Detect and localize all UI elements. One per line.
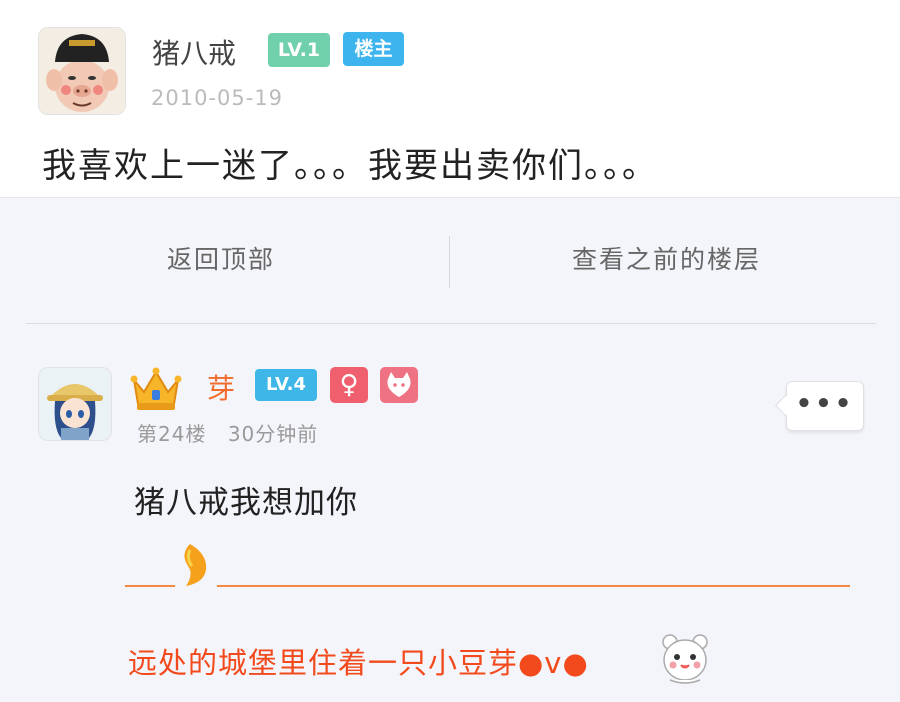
op-content: 我喜欢上一迷了。。。我要出卖你们。。。	[42, 146, 658, 186]
floor-nav: 返回顶部 查看之前的楼层	[0, 198, 900, 324]
signature-text: 远处的城堡里住着一只小豆芽●v●	[128, 646, 589, 680]
signature-divider-left	[125, 585, 175, 587]
reply-username[interactable]: 芽	[207, 367, 235, 407]
more-options-button[interactable]: •••	[786, 381, 864, 431]
reply-post: 芽 LV.4 ♀ 第24楼 30分钟前 ••• 猪八戒我想加你 远处的城堡里住着…	[0, 324, 900, 702]
op-post: 猪八戒 LV.1 楼主 2010-05-19 我喜欢上一迷了。。。我要出卖你们。…	[0, 0, 900, 198]
female-icon: ♀	[330, 367, 368, 403]
crown-icon	[130, 367, 182, 410]
reply-avatar[interactable]	[38, 367, 112, 441]
reply-time: 30分钟前	[227, 422, 319, 446]
bear-face-icon	[662, 634, 708, 684]
reply-avatar-image	[39, 368, 111, 440]
op-avatar[interactable]	[38, 27, 126, 115]
cat-medal-icon	[380, 367, 418, 403]
back-to-top-button[interactable]: 返回顶部	[167, 240, 275, 276]
more-icon: •••	[795, 389, 855, 419]
op-username[interactable]: 猪八戒	[152, 32, 236, 72]
op-level-badge: LV.1	[268, 33, 330, 67]
op-date: 2010-05-19	[151, 86, 284, 110]
nav-divider	[449, 236, 450, 288]
sprout-icon	[184, 544, 207, 586]
floor-number: 第24楼	[137, 422, 207, 446]
reply-level-badge: LV.4	[255, 369, 317, 401]
reply-meta: 第24楼 30分钟前	[137, 418, 332, 447]
op-tag-badge: 楼主	[343, 32, 404, 66]
view-previous-floors-button[interactable]: 查看之前的楼层	[572, 240, 761, 276]
reply-content: 猪八戒我想加你	[134, 485, 358, 521]
op-avatar-image	[39, 28, 125, 114]
signature-divider-right	[217, 585, 850, 587]
